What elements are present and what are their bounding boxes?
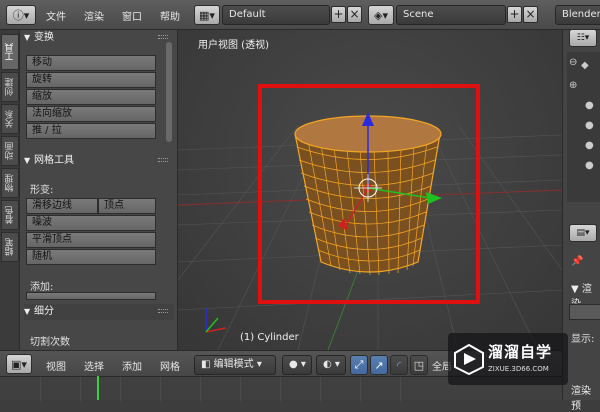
panel-grip-icon[interactable] xyxy=(158,158,168,162)
scene-icon[interactable]: ◈▾ xyxy=(368,5,394,25)
menu-render[interactable]: 渲染 xyxy=(84,8,104,23)
extrude-button-partial[interactable] xyxy=(26,292,156,300)
tool-shelf: ▼ 变换 移动 旋转 缩放 法向缩放 推 / 拉 ▼ 网格工具 形变: 滑移边线 顶… xyxy=(20,30,178,350)
viewport-scene xyxy=(178,84,562,350)
add-scene-button[interactable]: + xyxy=(507,6,522,23)
scene-field[interactable]: Scene xyxy=(396,5,506,25)
mode-select[interactable]: ◧ 编辑模式 ▾ xyxy=(194,355,276,375)
y-arrow-icon xyxy=(426,192,442,204)
render-engine-select[interactable]: Blender xyxy=(555,5,600,25)
shrink-fatten-button[interactable]: 法向缩放 xyxy=(26,106,156,122)
watermark: 溜溜自学 ZIXUE.3D66.COM xyxy=(448,333,568,385)
noise-button[interactable]: 噪波 xyxy=(26,215,156,231)
object-icon: ● xyxy=(585,140,594,151)
scene-tree-icon: ◆ xyxy=(581,60,589,71)
push-pull-button[interactable]: 推 / 拉 xyxy=(26,123,156,139)
tab-shading[interactable]: 着色 xyxy=(1,200,19,230)
editor-type-3d-icon[interactable]: ▣▾ xyxy=(6,354,32,374)
expand-icon[interactable]: ⊖ xyxy=(569,57,577,68)
mode-label: 编辑模式 xyxy=(213,359,254,370)
randomize-button[interactable]: 随机 xyxy=(26,249,156,265)
display-label: 显示: xyxy=(571,334,595,345)
object-icon: ● xyxy=(585,100,594,111)
translate-manipulator-icon[interactable]: ↗ xyxy=(370,355,388,375)
smooth-vertex-button[interactable]: 平滑顶点 xyxy=(26,232,156,248)
delete-layout-button[interactable]: × xyxy=(347,6,362,23)
edge-slide-button[interactable]: 滑移边线 xyxy=(26,198,98,214)
menu-file[interactable]: 文件 xyxy=(46,8,66,23)
tool-tabs: 工具 创建 关系 动画 物理 着色 蜡笔 xyxy=(0,30,20,350)
mesh-tools-header-label: 网格工具 xyxy=(34,155,74,166)
move-button[interactable]: 移动 xyxy=(26,55,156,71)
scale-manipulator-icon[interactable]: ◳ xyxy=(410,355,428,375)
pin-icon[interactable]: 📌 xyxy=(571,256,583,267)
rotate-button[interactable]: 旋转 xyxy=(26,72,156,88)
menu-view[interactable]: 视图 xyxy=(46,358,66,373)
menu-window[interactable]: 窗口 xyxy=(122,8,142,23)
object-icon: ● xyxy=(585,160,594,171)
expand-icon[interactable]: ⊕ xyxy=(569,80,577,91)
current-frame-marker[interactable] xyxy=(97,376,99,400)
watermark-subtitle: ZIXUE.3D66.COM xyxy=(488,365,549,373)
subdivide-panel-header[interactable]: ▼ 细分 xyxy=(24,304,174,320)
panel-grip-icon[interactable] xyxy=(158,309,168,313)
viewport-shading-select[interactable]: ● ▾ xyxy=(282,355,312,375)
delete-scene-button[interactable]: × xyxy=(523,6,538,23)
object-icon: ● xyxy=(585,120,594,131)
menu-mesh[interactable]: 网格 xyxy=(160,358,180,373)
panel-grip-icon[interactable] xyxy=(158,35,168,39)
mesh-tools-panel-header[interactable]: ▼ 网格工具 xyxy=(24,153,174,169)
collapse-triangle-icon: ▼ xyxy=(24,156,31,165)
cuts-label: 切割次数 xyxy=(30,337,70,348)
subdivide-header-label: 细分 xyxy=(34,306,54,317)
screen-layout-field[interactable]: Default xyxy=(222,5,330,25)
edit-mode-icon: ◧ xyxy=(201,359,214,370)
menu-help[interactable]: 帮助 xyxy=(160,8,180,23)
view-axis-widget xyxy=(205,308,227,333)
info-header: ⓘ▾ 文件 渲染 窗口 帮助 ▦▾ Default + × ◈▾ Scene +… xyxy=(0,0,600,30)
viewport-title: 用户视图 (透视) xyxy=(198,40,269,51)
add-layout-button[interactable]: + xyxy=(331,6,346,23)
active-object-label: (1) Cylinder xyxy=(240,332,299,343)
watermark-title: 溜溜自学 xyxy=(488,343,553,361)
transform-header-label: 变换 xyxy=(34,32,54,43)
tab-grease-pencil[interactable]: 蜡笔 xyxy=(1,232,19,262)
add-label: 添加: xyxy=(30,282,54,293)
menu-select[interactable]: 选择 xyxy=(84,358,104,373)
render-button[interactable] xyxy=(569,304,600,320)
vertex-slide-button[interactable]: 顶点 xyxy=(98,198,156,214)
collapse-triangle-icon: ▼ xyxy=(24,33,31,42)
watermark-logo-icon xyxy=(454,343,484,375)
tab-create[interactable]: 创建 xyxy=(1,72,19,102)
properties-type-icon[interactable]: ▤▾ xyxy=(569,224,597,242)
tab-physics[interactable]: 物理 xyxy=(1,168,19,198)
scale-button[interactable]: 缩放 xyxy=(26,89,156,105)
editor-type-button[interactable]: ⓘ▾ xyxy=(6,5,36,25)
tab-animation[interactable]: 动画 xyxy=(1,136,19,166)
menu-add[interactable]: 添加 xyxy=(122,358,142,373)
pivot-select[interactable]: ◐ ▾ xyxy=(316,355,346,375)
screen-layout-icon[interactable]: ▦▾ xyxy=(194,5,220,25)
tab-relations[interactable]: 关系 xyxy=(1,104,19,134)
outliner-type-icon[interactable]: ☷▾ xyxy=(569,29,597,47)
3d-viewport[interactable]: 用户视图 (透视) (1) Cylinder xyxy=(178,30,562,350)
rotate-manipulator-icon[interactable]: ◜ xyxy=(390,355,408,375)
collapse-triangle-icon: ▼ xyxy=(24,307,31,316)
manipulator-toggle-icon[interactable]: ⤢ xyxy=(350,355,368,375)
outliner-tree[interactable]: ⊖ ◆ ⊕ ● ● ● ● xyxy=(567,52,600,202)
deform-label: 形变: xyxy=(30,185,54,196)
transform-panel-header[interactable]: ▼ 变换 xyxy=(24,30,174,46)
tab-tools[interactable]: 工具 xyxy=(1,34,19,70)
tool-shelf-scrollbar[interactable] xyxy=(166,42,172,142)
render-presets-label: 渲染预 xyxy=(571,386,591,412)
